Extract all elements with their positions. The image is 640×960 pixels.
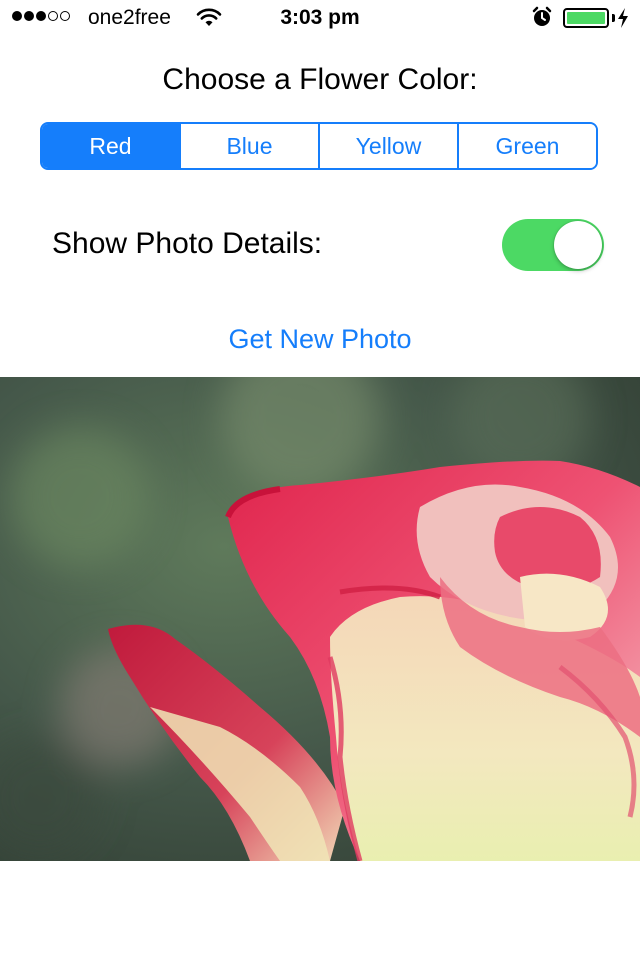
page-title: Choose a Flower Color: xyxy=(162,63,478,96)
segment-blue[interactable]: Blue xyxy=(179,124,318,168)
segment-green[interactable]: Green xyxy=(457,124,596,168)
alarm-clock-icon xyxy=(532,6,552,26)
toggle-knob[interactable] xyxy=(554,221,602,269)
battery-cap xyxy=(612,14,615,22)
charging-bolt-icon xyxy=(618,8,628,28)
flower-color-picker: Red Blue Yellow Green xyxy=(40,122,598,170)
segment-yellow[interactable]: Yellow xyxy=(318,124,457,168)
photo-details-toggle[interactable] xyxy=(502,219,604,271)
get-new-photo-button[interactable]: Get New Photo xyxy=(0,322,640,356)
segment-red[interactable]: Red xyxy=(42,124,179,168)
battery-level xyxy=(567,12,605,24)
battery-icon xyxy=(563,8,609,28)
flower-photo xyxy=(0,377,640,861)
status-bar: one2free 3:03 pm xyxy=(0,0,640,36)
photo-details-label: Show Photo Details: xyxy=(52,227,323,260)
rose-image xyxy=(0,377,640,861)
